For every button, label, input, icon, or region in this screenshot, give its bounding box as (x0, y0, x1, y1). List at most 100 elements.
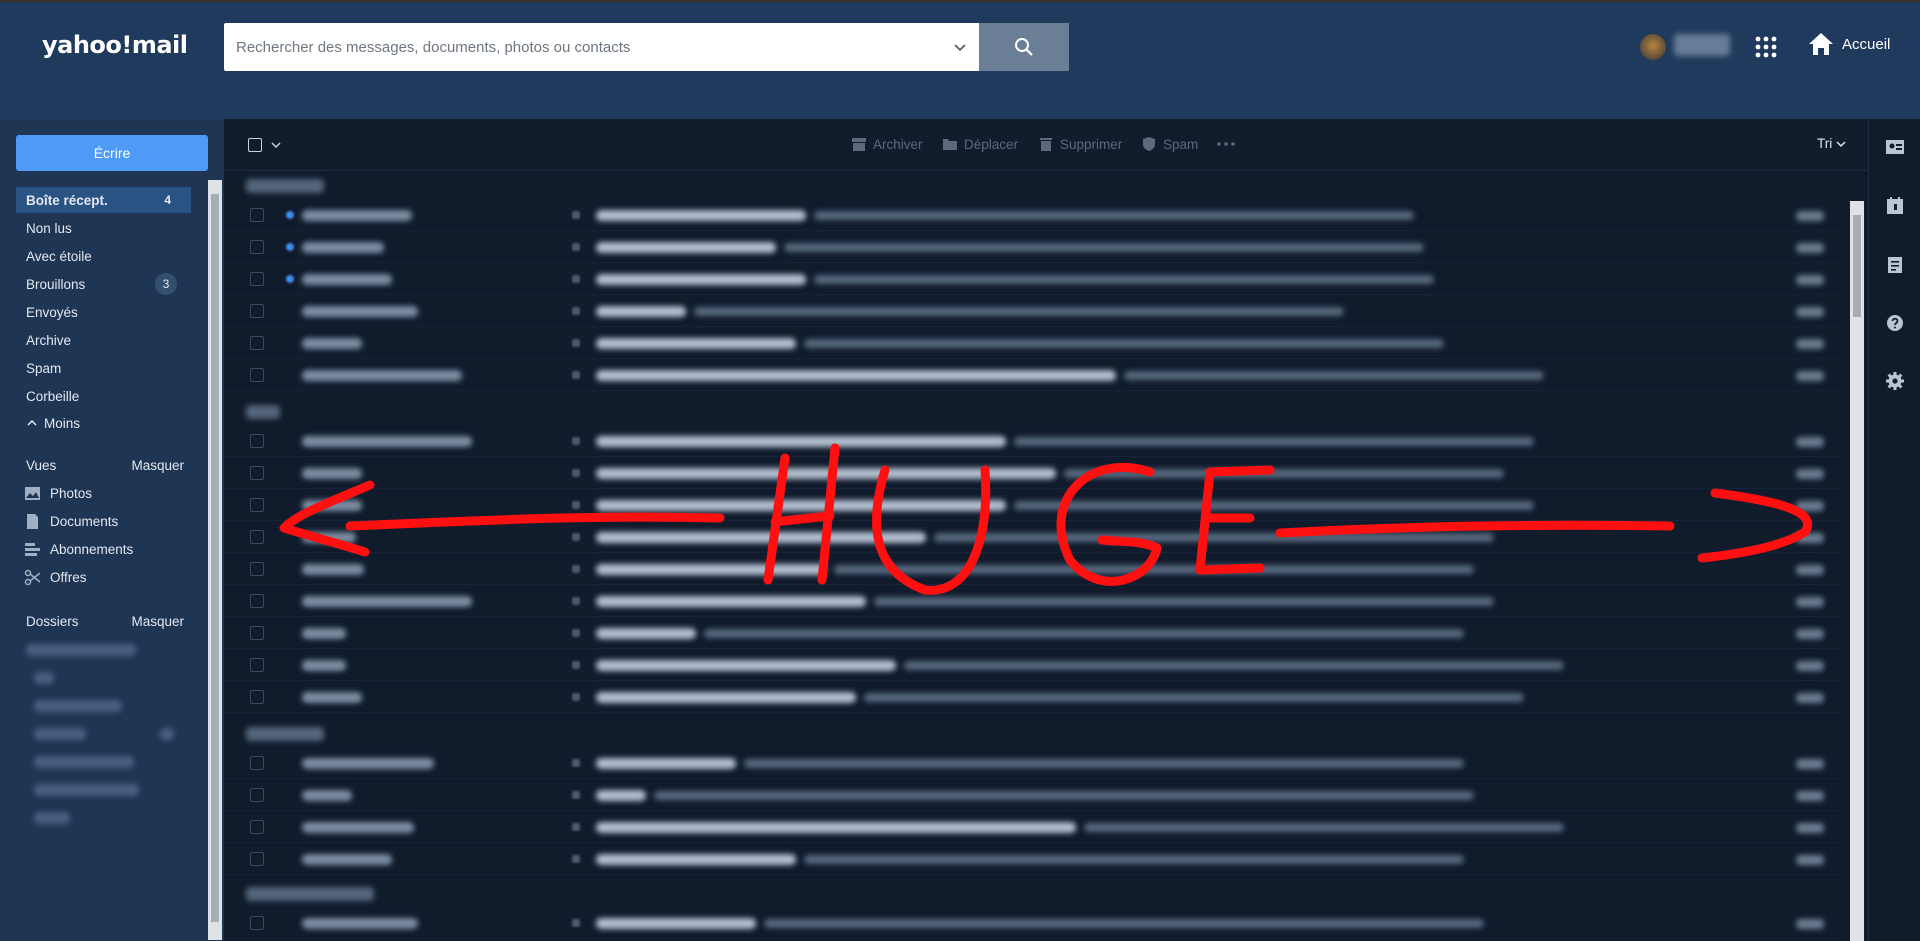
message-row[interactable] (224, 843, 1840, 875)
folder-drafts[interactable]: Brouillons 3 (16, 271, 191, 297)
row-checkbox[interactable] (250, 272, 264, 286)
sort-button[interactable]: Tri (1817, 136, 1846, 151)
select-all-checkbox[interactable] (248, 138, 262, 152)
left-nav-scrollbar[interactable] (208, 180, 222, 940)
views-hide-link[interactable]: Masquer (131, 458, 184, 473)
star-icon[interactable] (572, 243, 580, 251)
user-folder-blurred[interactable] (34, 728, 86, 740)
account-name-blurred[interactable] (1674, 34, 1730, 56)
row-checkbox[interactable] (250, 788, 264, 802)
search-button[interactable] (979, 23, 1069, 71)
row-checkbox[interactable] (250, 240, 264, 254)
user-folder-blurred[interactable] (34, 700, 122, 712)
search-options-chevron-icon[interactable] (950, 37, 970, 57)
user-folder-blurred[interactable] (26, 644, 136, 656)
star-icon[interactable] (572, 211, 580, 219)
message-row[interactable] (224, 199, 1840, 231)
row-checkbox[interactable] (250, 820, 264, 834)
folder-inbox[interactable]: Boîte récept. 4 (16, 187, 191, 213)
folder-archive[interactable]: Archive (16, 327, 191, 353)
search-input[interactable] (224, 23, 934, 71)
user-folder-blurred[interactable] (34, 812, 70, 824)
star-icon[interactable] (572, 275, 580, 283)
view-offers[interactable]: Offres (24, 569, 87, 586)
row-checkbox[interactable] (250, 690, 264, 704)
scrollbar-thumb[interactable] (1853, 215, 1861, 317)
row-checkbox[interactable] (250, 208, 264, 222)
row-checkbox[interactable] (250, 304, 264, 318)
scrollbar-thumb[interactable] (211, 194, 219, 922)
yahoo-mail-logo[interactable]: yahoo!mail (42, 31, 188, 59)
star-icon[interactable] (572, 307, 580, 315)
calendar-icon[interactable] (1885, 196, 1905, 216)
archive-button[interactable]: Archiver (851, 136, 923, 152)
star-icon[interactable] (572, 629, 580, 637)
view-documents[interactable]: Documents (24, 513, 118, 530)
row-checkbox[interactable] (250, 626, 264, 640)
row-checkbox[interactable] (250, 530, 264, 544)
message-row[interactable] (224, 907, 1840, 939)
row-checkbox[interactable] (250, 756, 264, 770)
contacts-icon[interactable] (1885, 137, 1905, 157)
star-icon[interactable] (572, 823, 580, 831)
time-blurred (1796, 693, 1824, 703)
message-row[interactable] (224, 263, 1840, 295)
star-icon[interactable] (572, 759, 580, 767)
folders-hide-link[interactable]: Masquer (131, 614, 184, 629)
folder-spam[interactable]: Spam (16, 355, 191, 381)
row-checkbox[interactable] (250, 466, 264, 480)
message-row[interactable] (224, 231, 1840, 263)
spam-button[interactable]: Spam (1141, 136, 1198, 152)
message-list-scrollbar[interactable] (1850, 201, 1864, 941)
subject-blurred (596, 274, 806, 285)
star-icon[interactable] (572, 661, 580, 669)
archive-label: Archiver (873, 136, 923, 152)
user-folder-blurred[interactable] (34, 756, 134, 768)
user-folder-blurred[interactable] (34, 672, 54, 684)
notepad-icon[interactable] (1885, 255, 1905, 275)
user-folder-blurred[interactable] (34, 784, 139, 796)
row-checkbox[interactable] (250, 852, 264, 866)
row-checkbox[interactable] (250, 336, 264, 350)
star-icon[interactable] (572, 693, 580, 701)
message-row[interactable] (224, 811, 1840, 843)
avatar[interactable] (1640, 34, 1666, 60)
less-toggle[interactable]: Moins (16, 410, 191, 436)
help-icon[interactable] (1885, 313, 1905, 333)
message-row[interactable] (224, 681, 1840, 713)
message-row[interactable] (224, 779, 1840, 811)
folder-sent[interactable]: Envoyés (16, 299, 191, 325)
view-photos[interactable]: Photos (24, 485, 92, 502)
chevron-down-icon[interactable] (270, 139, 282, 151)
row-checkbox[interactable] (250, 368, 264, 382)
row-checkbox[interactable] (250, 498, 264, 512)
message-row[interactable] (224, 327, 1840, 359)
star-icon[interactable] (572, 339, 580, 347)
star-icon[interactable] (572, 855, 580, 863)
message-row[interactable] (224, 747, 1840, 779)
star-icon[interactable] (572, 919, 580, 927)
row-checkbox[interactable] (250, 916, 264, 930)
compose-button[interactable]: Écrire (16, 135, 208, 171)
home-button[interactable]: Accueil (1808, 32, 1890, 56)
message-row[interactable] (224, 617, 1840, 649)
row-checkbox[interactable] (250, 594, 264, 608)
view-subscriptions[interactable]: Abonnements (24, 541, 133, 558)
subject-blurred (596, 306, 686, 317)
message-row[interactable] (224, 295, 1840, 327)
gear-icon[interactable] (1885, 371, 1905, 391)
move-button[interactable]: Déplacer (942, 136, 1018, 152)
folder-starred[interactable]: Avec étoile (16, 243, 191, 269)
folder-unread[interactable]: Non lus (16, 215, 191, 241)
more-actions-button[interactable] (1216, 136, 1236, 152)
row-checkbox[interactable] (250, 434, 264, 448)
star-icon[interactable] (572, 371, 580, 379)
delete-button[interactable]: Supprimer (1038, 136, 1122, 152)
message-row[interactable] (224, 649, 1840, 681)
message-row[interactable] (224, 359, 1840, 391)
row-checkbox[interactable] (250, 562, 264, 576)
apps-grid-icon[interactable] (1754, 35, 1778, 59)
folder-trash[interactable]: Corbeille (16, 383, 191, 409)
star-icon[interactable] (572, 791, 580, 799)
row-checkbox[interactable] (250, 658, 264, 672)
